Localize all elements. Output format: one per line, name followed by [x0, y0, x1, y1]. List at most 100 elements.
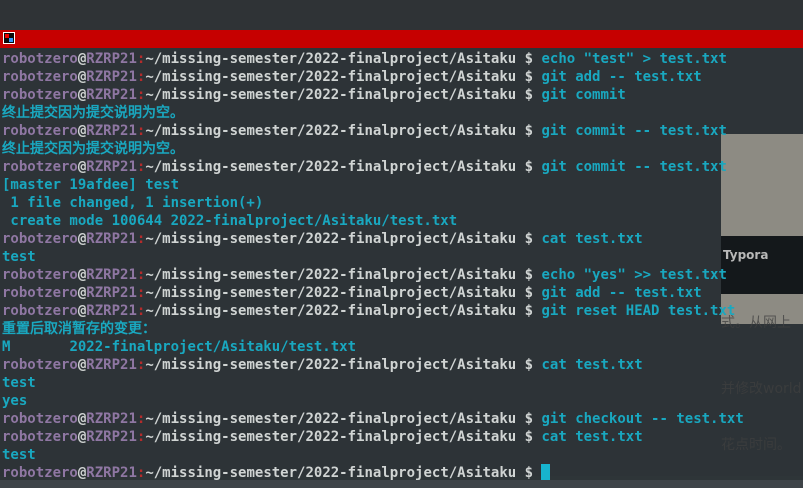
output-line: M 2022-finalproject/Asitaku/test.txt: [2, 338, 744, 356]
prompt-dollar: $: [516, 231, 542, 247]
prompt-line: robotzero@RZRP21:~/missing-semester/2022…: [2, 86, 744, 104]
prompt-dollar: $: [516, 87, 542, 103]
prompt-user: robotzero: [2, 303, 78, 319]
prompt-path: ~/missing-semester/2022-finalproject/Asi…: [145, 159, 517, 175]
prompt-path: ~/missing-semester/2022-finalproject/Asi…: [145, 123, 517, 139]
command-text: git add -- test.txt: [541, 69, 702, 85]
prompt-dollar: $: [516, 69, 542, 85]
prompt-line: robotzero@RZRP21:~/missing-semester/2022…: [2, 230, 744, 248]
text-cursor: [541, 464, 551, 480]
prompt-user: robotzero: [2, 159, 78, 175]
output-text: test: [2, 249, 36, 265]
output-line: 重置后取消暂存的变更：: [2, 320, 744, 338]
prompt-host: RZRP21: [86, 285, 137, 301]
prompt-path: ~/missing-semester/2022-finalproject/Asi…: [145, 303, 517, 319]
output-line: 终止提交因为提交说明为空。: [2, 104, 744, 122]
prompt-path: ~/missing-semester/2022-finalproject/Asi…: [145, 267, 517, 283]
prompt-dollar: $: [516, 159, 542, 175]
prompt-user: robotzero: [2, 123, 78, 139]
prompt-line: robotzero@RZRP21:~/missing-semester/2022…: [2, 266, 744, 284]
prompt-line: robotzero@RZRP21:~/missing-semester/2022…: [2, 158, 744, 176]
terminal-titlebar[interactable]: [0, 30, 803, 48]
prompt-host: RZRP21: [86, 123, 137, 139]
prompt-host: RZRP21: [86, 303, 137, 319]
prompt-path: ~/missing-semester/2022-finalproject/Asi…: [145, 285, 517, 301]
prompt-user: robotzero: [2, 231, 78, 247]
background-window-top: [0, 0, 803, 30]
terminal-output: robotzero@RZRP21:~/missing-semester/2022…: [2, 50, 744, 482]
output-line: yes: [2, 392, 744, 410]
prompt-dollar: $: [516, 285, 542, 301]
prompt-host: RZRP21: [86, 465, 137, 481]
prompt-line: robotzero@RZRP21:~/missing-semester/2022…: [2, 464, 744, 482]
command-text: cat test.txt: [541, 231, 643, 247]
prompt-user: robotzero: [2, 357, 78, 373]
command-text: git checkout -- test.txt: [541, 411, 744, 427]
prompt-line: robotzero@RZRP21:~/missing-semester/2022…: [2, 302, 744, 320]
output-text: test: [2, 447, 36, 463]
prompt-dollar: $: [516, 51, 542, 67]
prompt-host: RZRP21: [86, 231, 137, 247]
output-line: test: [2, 446, 744, 464]
prompt-path: ~/missing-semester/2022-finalproject/Asi…: [145, 465, 517, 481]
output-text: 1 file changed, 1 insertion(+): [2, 195, 264, 211]
prompt-host: RZRP21: [86, 267, 137, 283]
prompt-path: ~/missing-semester/2022-finalproject/Asi…: [145, 69, 517, 85]
output-text: M 2022-finalproject/Asitaku/test.txt: [2, 339, 357, 355]
output-line: [master 19afdee] test: [2, 176, 744, 194]
prompt-dollar: $: [516, 465, 542, 481]
output-text: yes: [2, 393, 28, 409]
prompt-host: RZRP21: [86, 69, 137, 85]
prompt-host: RZRP21: [86, 411, 137, 427]
output-text: 终止提交因为提交说明为空。: [2, 141, 184, 157]
terminal-window[interactable]: Typora 并修改world 花点时间。 式。从网上 robotzero@RZ…: [0, 48, 803, 482]
prompt-dollar: $: [516, 411, 542, 427]
terminal-app-icon[interactable]: [3, 32, 15, 44]
prompt-dollar: $: [516, 357, 542, 373]
command-text: cat test.txt: [541, 357, 643, 373]
prompt-line: robotzero@RZRP21:~/missing-semester/2022…: [2, 410, 744, 428]
prompt-host: RZRP21: [86, 159, 137, 175]
prompt-dollar: $: [516, 123, 542, 139]
prompt-user: robotzero: [2, 411, 78, 427]
output-text: 终止提交因为提交说明为空。: [2, 105, 184, 121]
prompt-path: ~/missing-semester/2022-finalproject/Asi…: [145, 429, 517, 445]
output-line: test: [2, 248, 744, 266]
prompt-path: ~/missing-semester/2022-finalproject/Asi…: [145, 231, 517, 247]
prompt-user: robotzero: [2, 429, 78, 445]
prompt-user: robotzero: [2, 69, 78, 85]
prompt-dollar: $: [516, 303, 542, 319]
prompt-host: RZRP21: [86, 51, 137, 67]
output-text: 重置后取消暂存的变更：: [2, 321, 156, 337]
prompt-user: robotzero: [2, 465, 78, 481]
output-text: [master 19afdee] test: [2, 177, 180, 193]
output-line: test: [2, 374, 744, 392]
prompt-line: robotzero@RZRP21:~/missing-semester/2022…: [2, 68, 744, 86]
prompt-dollar: $: [516, 267, 542, 283]
prompt-path: ~/missing-semester/2022-finalproject/Asi…: [145, 357, 517, 373]
prompt-host: RZRP21: [86, 87, 137, 103]
output-line: 1 file changed, 1 insertion(+): [2, 194, 744, 212]
prompt-host: RZRP21: [86, 357, 137, 373]
prompt-line: robotzero@RZRP21:~/missing-semester/2022…: [2, 122, 744, 140]
output-text: test: [2, 375, 36, 391]
prompt-path: ~/missing-semester/2022-finalproject/Asi…: [145, 411, 517, 427]
command-text: git commit: [541, 87, 626, 103]
prompt-line: robotzero@RZRP21:~/missing-semester/2022…: [2, 50, 744, 68]
prompt-line: robotzero@RZRP21:~/missing-semester/2022…: [2, 428, 744, 446]
prompt-dollar: $: [516, 429, 542, 445]
output-text: create mode 100644 2022-finalproject/Asi…: [2, 213, 458, 229]
command-text: cat test.txt: [541, 429, 643, 445]
prompt-path: ~/missing-semester/2022-finalproject/Asi…: [145, 87, 517, 103]
prompt-path: ~/missing-semester/2022-finalproject/Asi…: [145, 51, 517, 67]
command-text: git add -- test.txt: [541, 285, 702, 301]
prompt-line: robotzero@RZRP21:~/missing-semester/2022…: [2, 284, 744, 302]
prompt-user: robotzero: [2, 51, 78, 67]
prompt-user: robotzero: [2, 267, 78, 283]
prompt-user: robotzero: [2, 285, 78, 301]
output-line: create mode 100644 2022-finalproject/Asi…: [2, 212, 744, 230]
command-text: echo "test" > test.txt: [541, 51, 727, 67]
command-text: echo "yes" >> test.txt: [541, 267, 727, 283]
command-text: git reset HEAD test.txt: [541, 303, 736, 319]
output-line: 终止提交因为提交说明为空。: [2, 140, 744, 158]
